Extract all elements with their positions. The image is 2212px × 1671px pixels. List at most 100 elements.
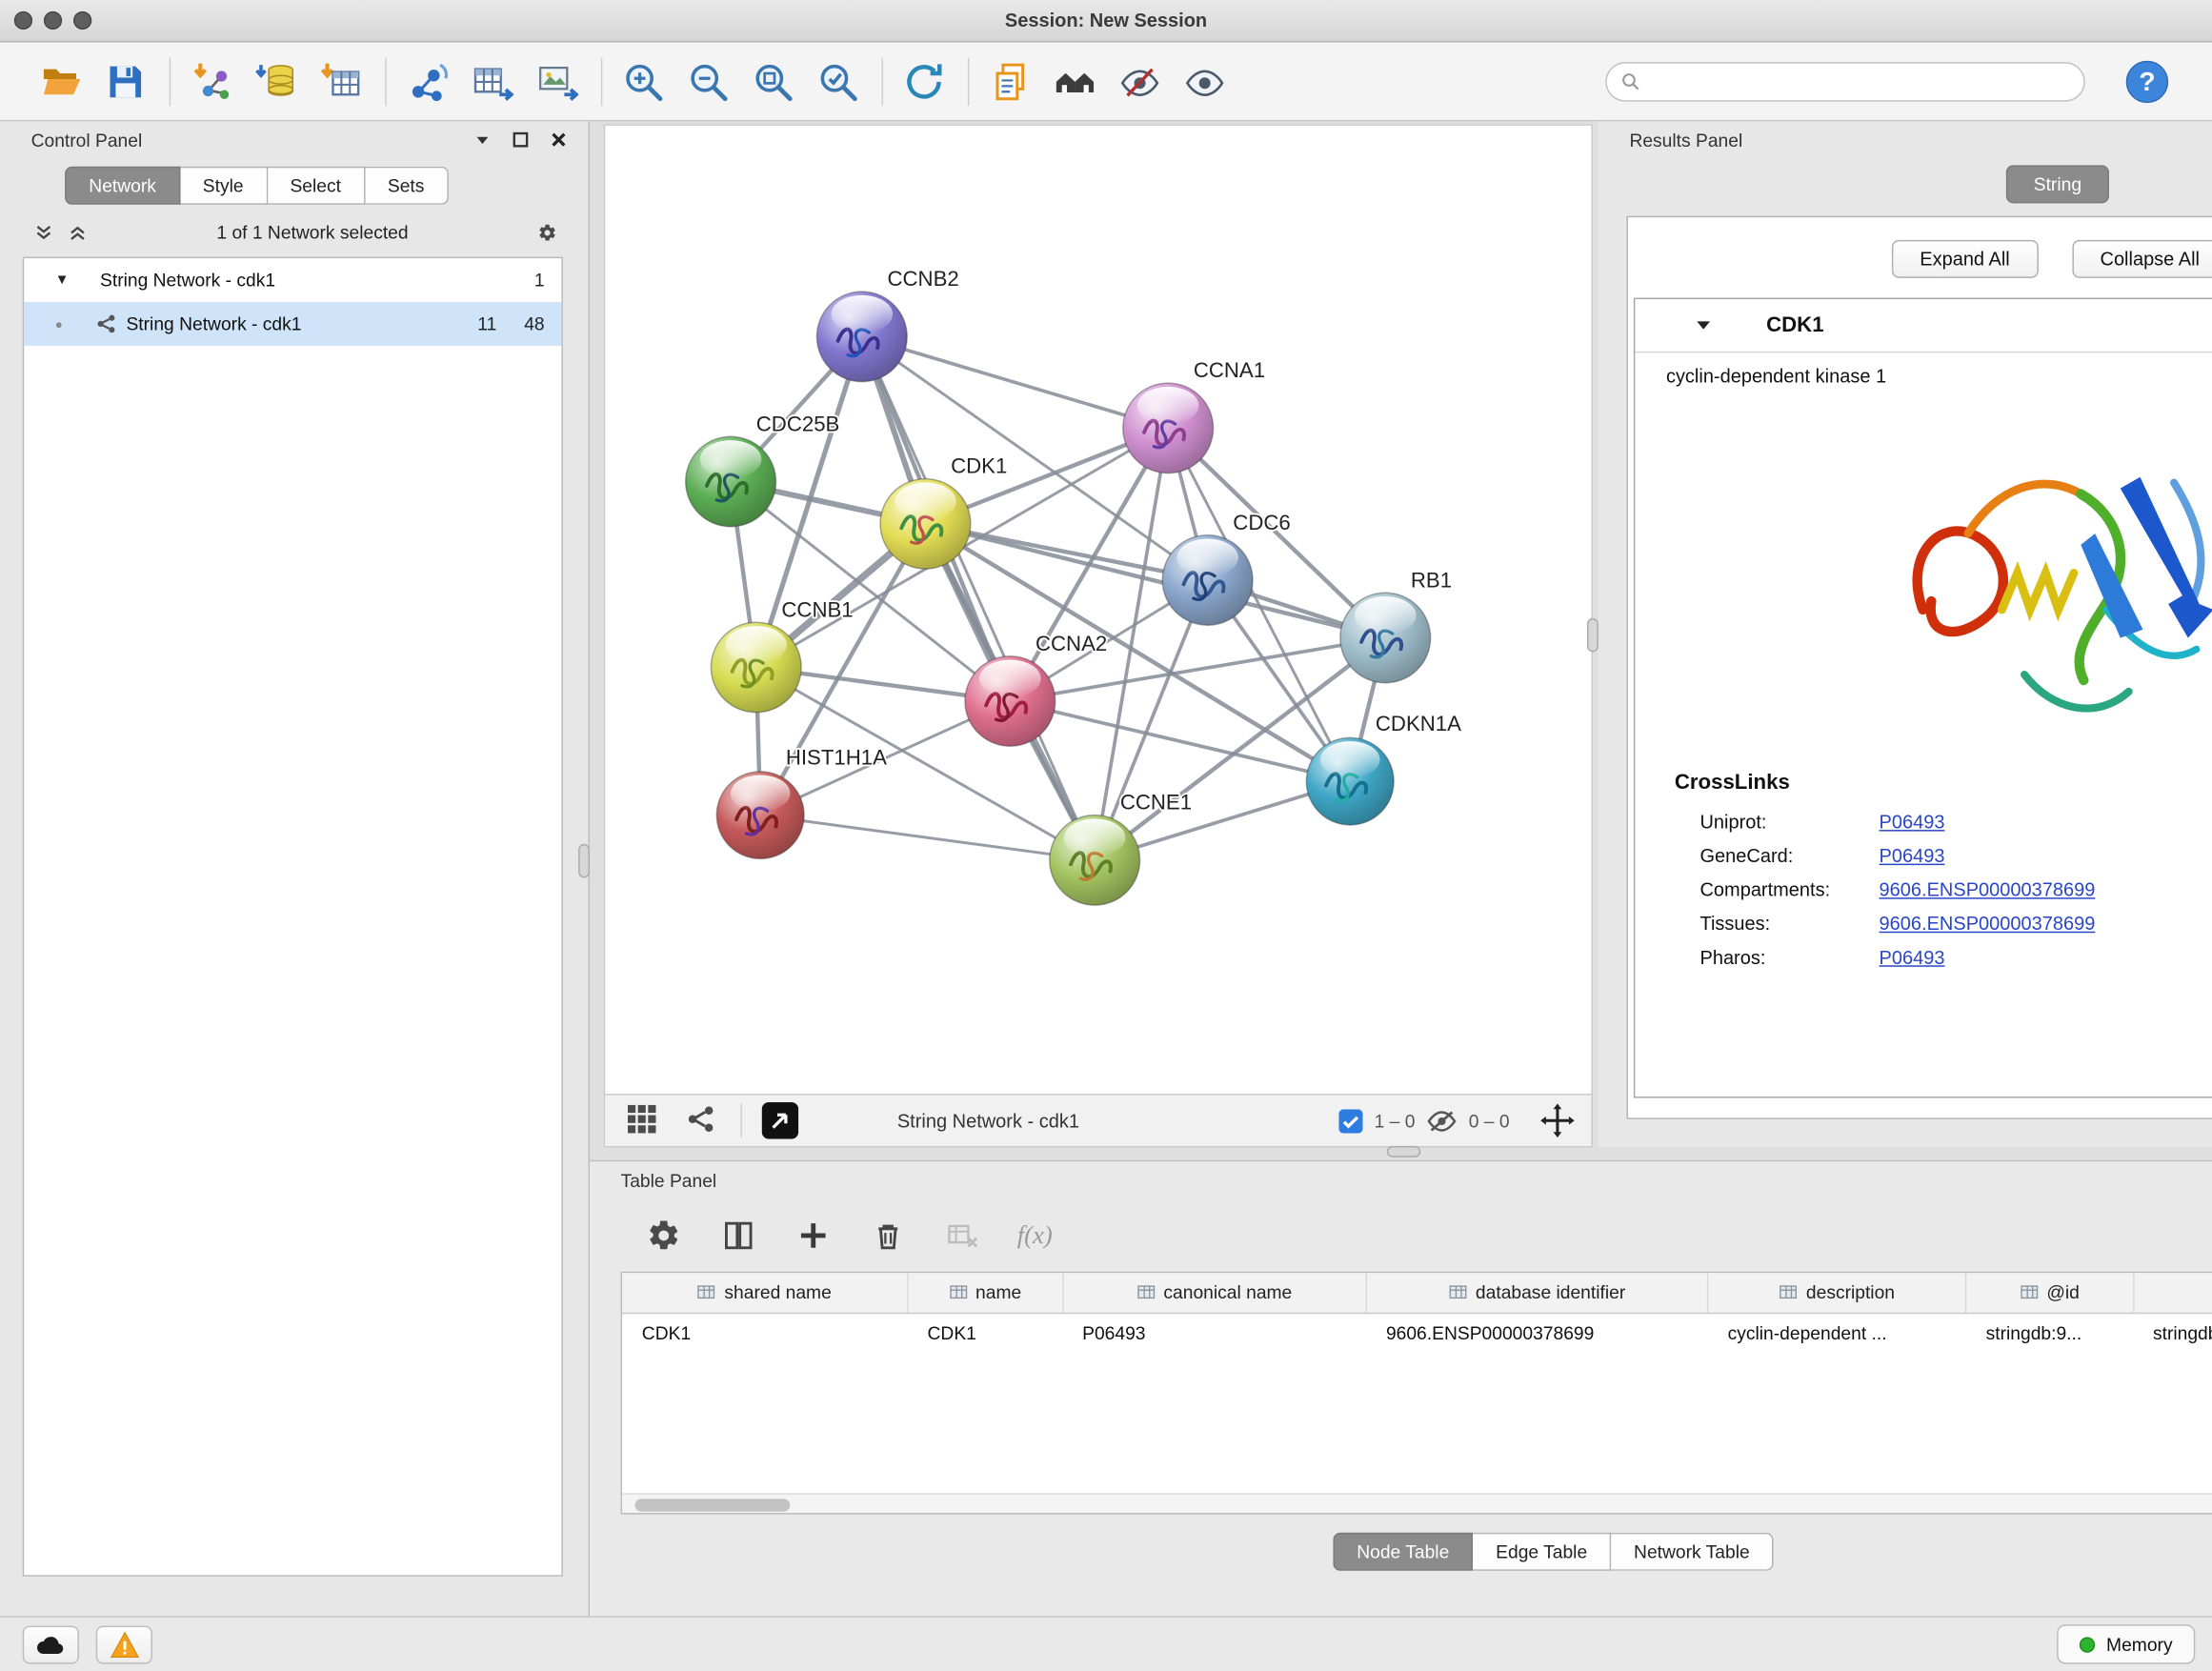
disclosure-triangle-icon[interactable]: ▼ — [55, 272, 70, 288]
splitter-handle[interactable] — [1587, 618, 1599, 653]
network-node-HIST1H1A[interactable] — [716, 772, 804, 859]
network-node-RB1[interactable] — [1340, 593, 1431, 683]
horizontal-scrollbar[interactable] — [622, 1493, 2212, 1513]
collapse-triangle-icon[interactable] — [1695, 316, 1713, 334]
minimize-window-button[interactable] — [44, 11, 62, 30]
import-table-file-button[interactable] — [314, 51, 368, 111]
network-edge[interactable] — [1010, 701, 1350, 781]
hide-selected-button[interactable] — [1113, 51, 1166, 111]
splitter-handle[interactable] — [1387, 1146, 1421, 1158]
col-header-name[interactable]: name — [908, 1273, 1063, 1312]
export-table-button[interactable] — [466, 51, 519, 111]
close-window-button[interactable] — [14, 11, 32, 30]
col-header-database-identifier[interactable]: database identifier — [1366, 1273, 1708, 1312]
clone-network-button[interactable] — [983, 51, 1036, 111]
zoom-out-button[interactable] — [681, 51, 734, 111]
collapse-all-button[interactable]: Collapse All — [2072, 240, 2212, 278]
export-image-button[interactable] — [531, 51, 584, 111]
import-network-database-button[interactable] — [250, 51, 303, 111]
tab-node-table[interactable]: Node Table — [1333, 1533, 1473, 1571]
network-node-CCNE1[interactable] — [1050, 815, 1140, 906]
tab-style[interactable]: Style — [180, 167, 268, 205]
tab-edge-table[interactable]: Edge Table — [1473, 1533, 1611, 1571]
tab-network-table[interactable]: Network Table — [1611, 1533, 1774, 1571]
network-edge[interactable] — [862, 336, 1095, 859]
network-collection-row[interactable]: ▼ String Network - cdk1 1 — [24, 258, 561, 302]
help-button[interactable]: ? — [2122, 56, 2172, 107]
pan-crosshair-icon[interactable] — [1540, 1103, 1575, 1137]
warnings-button[interactable] — [96, 1625, 152, 1663]
collapse-all-networks-button[interactable] — [68, 222, 88, 242]
table-row[interactable]: CDK1 CDK1 P06493 9606.ENSP00000378699 cy… — [622, 1313, 2212, 1352]
panel-menu-button[interactable] — [473, 130, 493, 150]
delete-table-button[interactable] — [942, 1215, 981, 1254]
network-node-CDC6[interactable] — [1162, 535, 1253, 626]
crosslink-link[interactable]: P06493 — [1880, 946, 1945, 967]
tab-network[interactable]: Network — [65, 167, 180, 205]
save-session-button[interactable] — [99, 51, 152, 111]
network-node-CCNA1[interactable] — [1123, 383, 1214, 473]
birdseye-view-button[interactable] — [622, 1100, 661, 1139]
zoom-fit-button[interactable] — [746, 51, 799, 111]
apply-layout-button[interactable] — [897, 51, 951, 111]
col-header-namespace[interactable]: namespace — [2133, 1273, 2212, 1312]
open-session-button[interactable] — [34, 51, 88, 111]
expand-all-networks-button[interactable] — [34, 222, 54, 242]
add-column-button[interactable] — [793, 1215, 832, 1254]
delete-column-button[interactable] — [868, 1215, 907, 1254]
network-edge[interactable] — [760, 815, 1095, 860]
expand-all-button[interactable]: Expand All — [1892, 240, 2039, 278]
crosslink-label: Tissues: — [1699, 913, 1879, 934]
network-node-CDC25B[interactable] — [686, 436, 776, 527]
scrollbar-thumb[interactable] — [634, 1499, 790, 1511]
crosslink-link[interactable]: 9606.ENSP00000378699 — [1880, 878, 2096, 899]
show-selected-button[interactable] — [1178, 51, 1232, 111]
show-columns-button[interactable] — [718, 1215, 757, 1254]
hidden-eye-slash-icon[interactable] — [1426, 1107, 1458, 1134]
tab-sets[interactable]: Sets — [365, 167, 448, 205]
new-network-button[interactable] — [401, 51, 454, 111]
splitter-handle[interactable] — [578, 844, 590, 878]
zoom-selected-button[interactable] — [812, 51, 865, 111]
network-options-button[interactable] — [537, 222, 557, 242]
table-options-button[interactable] — [643, 1215, 682, 1254]
network-node-CCNB2[interactable] — [816, 292, 907, 382]
export-network-button[interactable] — [762, 1102, 799, 1139]
network-canvas[interactable]: CCNB2CCNA1CDC25BCDK1CDC6RB1CCNB1CCNA2CDK… — [605, 126, 1591, 1094]
attribute-icon — [1136, 1283, 1155, 1301]
network-node-CCNA2[interactable] — [965, 656, 1056, 747]
col-header-shared-name[interactable]: shared name — [622, 1273, 908, 1312]
zoom-in-button[interactable] — [616, 51, 670, 111]
col-header-description[interactable]: description — [1708, 1273, 1966, 1312]
memory-button[interactable]: Memory — [2057, 1624, 2195, 1663]
home-networks-button[interactable] — [1048, 51, 1101, 111]
zoom-fit-icon — [752, 60, 794, 102]
panel-close-button[interactable] — [549, 130, 569, 150]
control-panel-tabs: Network Style Select Sets — [65, 167, 588, 205]
network-edge[interactable] — [862, 336, 1168, 428]
main-toolbar: ? — [0, 42, 2212, 121]
crosslink-link[interactable]: P06493 — [1880, 845, 1945, 866]
network-row[interactable]: ● String Network - cdk1 11 48 — [24, 302, 561, 346]
panel-float-button[interactable] — [511, 130, 531, 150]
window-title: Session: New Session — [1005, 10, 1207, 30]
folder-open-icon — [39, 60, 81, 102]
tab-string[interactable]: String — [2005, 165, 2110, 203]
network-node-CDKN1A[interactable] — [1306, 737, 1394, 825]
crosslink-link[interactable]: P06493 — [1880, 811, 1945, 832]
selected-checkbox-icon[interactable] — [1339, 1109, 1363, 1133]
network-edge[interactable] — [925, 524, 1385, 638]
col-header-id[interactable]: @id — [1966, 1273, 2133, 1312]
zoom-window-button[interactable] — [73, 11, 91, 30]
tab-select[interactable]: Select — [268, 167, 365, 205]
crosslink-label: Uniprot: — [1699, 811, 1879, 832]
annotation-mode-button[interactable] — [681, 1100, 720, 1139]
import-network-file-button[interactable] — [185, 51, 238, 111]
network-node-CDK1[interactable] — [880, 479, 971, 570]
cloud-status-button[interactable] — [23, 1625, 79, 1663]
col-header-canonical-name[interactable]: canonical name — [1062, 1273, 1366, 1312]
network-node-CCNB1[interactable] — [711, 622, 801, 713]
crosslink-link[interactable]: 9606.ENSP00000378699 — [1880, 913, 2096, 934]
search-input[interactable] — [1651, 70, 2070, 91]
function-builder-button[interactable]: f(x) — [1017, 1220, 1053, 1250]
